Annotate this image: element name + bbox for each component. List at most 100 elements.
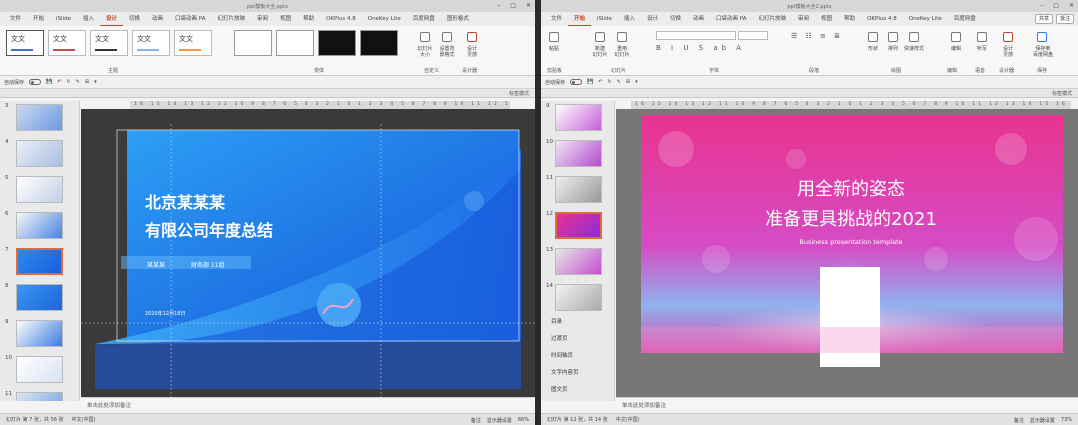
tab-shape-format[interactable]: 图形格式 [441,12,475,26]
slide-title-line2[interactable]: 有限公司年度总结 [145,217,273,241]
share-button[interactable]: 共享 [1034,14,1053,24]
edit-button[interactable]: 编辑 [945,46,967,52]
tab-islide[interactable]: iSlide [591,12,618,26]
format-painter-icon[interactable]: ✎ [617,79,621,85]
zoom-level[interactable]: 66% [518,417,529,424]
new-slide-icon[interactable] [595,32,605,42]
outline-item[interactable]: 目录 [551,317,562,325]
align-icon[interactable]: ⊞ [626,79,630,85]
slide-reporter[interactable]: 某某某 [147,260,165,269]
slide-thumb[interactable]: 4 [0,137,79,173]
theme-thumb-4[interactable]: 文文 [132,30,170,56]
slide-subtitle[interactable]: Business presentation template [616,238,1078,246]
variant-thumb-2[interactable] [276,30,314,56]
tab-view[interactable]: 视图 [274,12,297,26]
slide-thumb[interactable]: 10 [541,137,614,173]
close-icon[interactable]: ✕ [526,2,531,9]
design-ideas-icon[interactable] [467,32,477,42]
tab-home[interactable]: 开始 [568,13,592,26]
tab-pocket-animation[interactable]: 口袋动画 PA [710,12,752,26]
format-painter-icon[interactable]: ✎ [76,79,80,85]
slide-title-line1[interactable]: 北京某某某 [145,189,225,213]
slide-size-button[interactable]: 幻灯片 大小 [413,46,437,58]
tab-review[interactable]: 审阅 [251,12,274,26]
outline-item[interactable]: 文字内容页 [551,368,579,376]
tab-file[interactable]: 文件 [545,12,568,26]
slide-headline-line1[interactable]: 用全新的姿态 [616,175,1078,201]
theme-thumb-2[interactable]: 文文 [48,30,86,56]
paragraph-icons[interactable]: ☰ ☷ ≡ ≣ [791,32,843,40]
tab-design[interactable]: 设计 [641,12,664,26]
slide-thumb[interactable]: 6 [0,209,79,245]
redo-icon[interactable]: ↻ [607,79,611,85]
slide-thumb[interactable]: 11 [0,389,79,401]
comment-button[interactable]: 批注 [1055,14,1074,24]
paste-button[interactable]: 粘贴 [545,46,563,52]
save-icon[interactable]: 💾 [46,79,52,85]
tab-help[interactable]: 帮助 [838,12,861,26]
slide-thumb-selected[interactable]: 7 [0,245,79,281]
slide-thumb[interactable]: 13 [541,245,614,281]
slide-thumb[interactable]: 5 [0,173,79,209]
align-icon[interactable]: ⊞ [85,79,89,85]
outline-item[interactable]: 时间轴页 [551,351,573,359]
tab-slideshow[interactable]: 幻灯片放映 [753,12,793,26]
slide-thumb[interactable]: 9 [0,317,79,353]
undo-icon[interactable]: ↶ [598,79,602,85]
label-mode[interactable]: 标签模式 [509,90,529,97]
display-settings-button[interactable]: 显示器设置 [487,417,512,424]
notes-button[interactable]: 备注 [471,417,481,424]
tab-transitions[interactable]: 切换 [123,12,146,26]
tab-insert[interactable]: 插入 [77,12,100,26]
font-format-icons[interactable]: B I U S ab A [656,44,745,52]
reuse-slide-button[interactable]: 重用 幻灯片 [610,46,634,58]
design-ideas-button[interactable]: 设计 灵感 [460,46,484,58]
paste-icon[interactable] [549,32,559,42]
microphone-icon[interactable] [977,32,987,42]
maximize-icon[interactable]: □ [1053,2,1059,9]
right-slide[interactable] [616,109,1078,397]
minimize-icon[interactable]: – [497,2,500,9]
slide-thumb[interactable]: 8 [0,281,79,317]
quick-style-button[interactable]: 快速样式 [899,46,929,52]
tab-transitions[interactable]: 切换 [664,12,687,26]
baidu-cloud-icon[interactable] [1037,32,1047,42]
slide-headline-line2[interactable]: 准备更具挑战的2021 [616,205,1078,231]
quick-style-icon[interactable] [909,32,919,42]
left-slide[interactable] [81,109,535,397]
tab-okplus[interactable]: OKPlus 4.8 [320,12,362,26]
more-icon[interactable]: ▾ [94,79,97,85]
background-format-button[interactable]: 设置背 景格式 [435,46,459,58]
save-icon[interactable]: 💾 [587,79,593,85]
font-name-select[interactable] [656,31,736,40]
tab-okplus[interactable]: OKPlus 4.8 [861,12,903,26]
arrange-icon[interactable] [888,32,898,42]
variant-thumb-3[interactable] [318,30,356,56]
new-slide-button[interactable]: 新建 幻灯片 [588,46,612,58]
minimize-icon[interactable]: – [1040,2,1043,9]
tab-slideshow[interactable]: 幻灯片放映 [212,12,252,26]
theme-thumb-3[interactable]: 文文 [90,30,128,56]
theme-thumb-5[interactable]: 文文 [174,30,212,56]
language-indicator[interactable]: 中文(中国) [72,416,96,423]
variant-thumb-1[interactable] [234,30,272,56]
redo-icon[interactable]: ↻ [66,79,70,85]
tab-pocket-animation[interactable]: 口袋动画 PA [169,12,211,26]
maximize-icon[interactable]: □ [510,2,516,9]
autosave-toggle[interactable] [29,79,42,85]
slide-thumb-selected[interactable]: 12 [541,209,614,245]
tab-animations[interactable]: 动画 [146,12,169,26]
save-to-baidu-button[interactable]: 保存到 百度网盘 [1027,46,1059,58]
tab-onekey[interactable]: OneKey Lite [362,12,407,26]
slide-thumb[interactable]: 11 [541,173,614,209]
notes-button[interactable]: 备注 [1014,417,1024,424]
tab-help[interactable]: 帮助 [297,12,320,26]
reuse-slide-icon[interactable] [617,32,627,42]
display-settings-button[interactable]: 显示器设置 [1030,417,1055,424]
slide-thumb[interactable]: 3 [0,101,79,137]
dictate-button[interactable]: 听写 [972,46,992,52]
design-ideas-icon[interactable] [1003,32,1013,42]
theme-thumb-1[interactable]: 文文 [6,30,44,56]
variant-thumb-4[interactable] [360,30,398,56]
tab-design[interactable]: 设计 [100,13,124,26]
